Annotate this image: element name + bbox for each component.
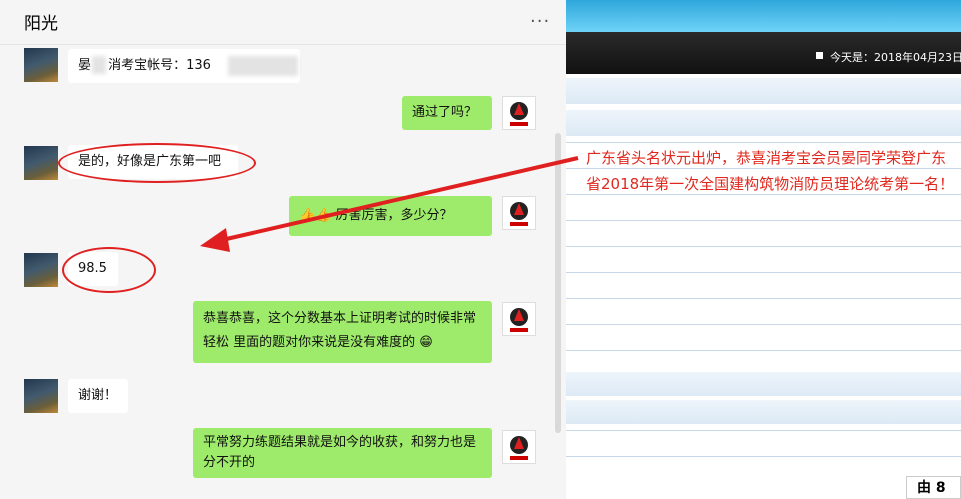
redaction-blur: [228, 56, 298, 76]
content-band: [566, 110, 961, 136]
grin-emoji-icon: 😁: [419, 335, 433, 350]
fire-emblem-icon: [510, 308, 528, 332]
message-bubble-outgoing: 👍👍 厉害厉害，多少分？: [289, 196, 492, 236]
redaction-blur: [92, 56, 106, 74]
message-text: 通过了吗？: [412, 105, 478, 120]
fire-emblem-icon: [510, 102, 528, 126]
message-bubble-outgoing: 通过了吗？: [402, 96, 492, 130]
chat-header: 阳光 ···: [0, 0, 566, 45]
chat-scrollbar[interactable]: [555, 133, 561, 433]
avatar-self[interactable]: [502, 430, 536, 464]
avatar-self[interactable]: [502, 196, 536, 230]
webpage-panel: 今天是：2018年04月23日 广东省头名状元出炉，恭喜消考宝会员晏同学荣登广东…: [566, 0, 961, 499]
divider: [566, 324, 961, 325]
content-band: [566, 78, 961, 104]
message-text: 98.5: [78, 261, 107, 276]
avatar-self[interactable]: [502, 96, 536, 130]
message-bubble-incoming: 谢谢！: [68, 379, 128, 413]
divider: [566, 456, 961, 457]
divider: [566, 298, 961, 299]
avatar-self[interactable]: [502, 302, 536, 336]
avatar[interactable]: [24, 379, 58, 413]
message-bubble-incoming: 是的，好像是广东第一吧: [68, 145, 238, 179]
announcement-text: 广东省头名状元出炉，恭喜消考宝会员晏同学荣登广东省2018年第一次全国建构筑物消…: [586, 149, 955, 193]
message-text: 谢谢！: [78, 388, 118, 403]
divider: [566, 350, 961, 351]
content-band: [566, 372, 961, 396]
message-text: 平常努力练题结果就是如今的收获，和努力也是分不开的: [203, 435, 477, 470]
site-top-bar: [566, 0, 961, 32]
divider: [566, 246, 961, 247]
message-bubble-outgoing: 恭喜恭喜，这个分数基本上证明考试的时候非常轻松 里面的题对你来说是没有难度的 😁: [193, 301, 492, 363]
divider: [566, 142, 961, 143]
message-bubble-incoming: 98.5: [68, 252, 118, 286]
avatar[interactable]: [24, 253, 58, 287]
message-text: 是的，好像是广东第一吧: [78, 154, 222, 169]
fire-emblem-icon: [510, 436, 528, 460]
more-options-icon[interactable]: ···: [530, 11, 550, 32]
divider: [566, 430, 961, 431]
message-bubble-outgoing: 平常努力练题结果就是如今的收获，和努力也是分不开的: [193, 428, 492, 478]
divider: [566, 272, 961, 273]
chat-window: 阳光 ··· 晏 ，消考宝帐号：136 通过了吗？ 是的，好像是广东第一吧 👍👍…: [0, 0, 566, 499]
fire-emblem-icon: [510, 202, 528, 226]
bullet-square-icon: [816, 52, 823, 59]
message-text: 厉害厉害，多少分？: [335, 208, 453, 223]
date-label: 今天是：2018年04月23日: [830, 51, 961, 64]
avatar[interactable]: [24, 48, 58, 82]
message-text: 恭喜恭喜，这个分数基本上证明考试的时候非常轻松 里面的题对你来说是没有难度的: [203, 311, 477, 350]
avatar[interactable]: [24, 146, 58, 180]
corner-widget[interactable]: 由 8: [906, 476, 961, 499]
divider: [566, 220, 961, 221]
chat-title: 阳光: [24, 14, 58, 34]
content-band: [566, 400, 961, 424]
thumbs-up-icon: 👍👍: [299, 208, 332, 223]
